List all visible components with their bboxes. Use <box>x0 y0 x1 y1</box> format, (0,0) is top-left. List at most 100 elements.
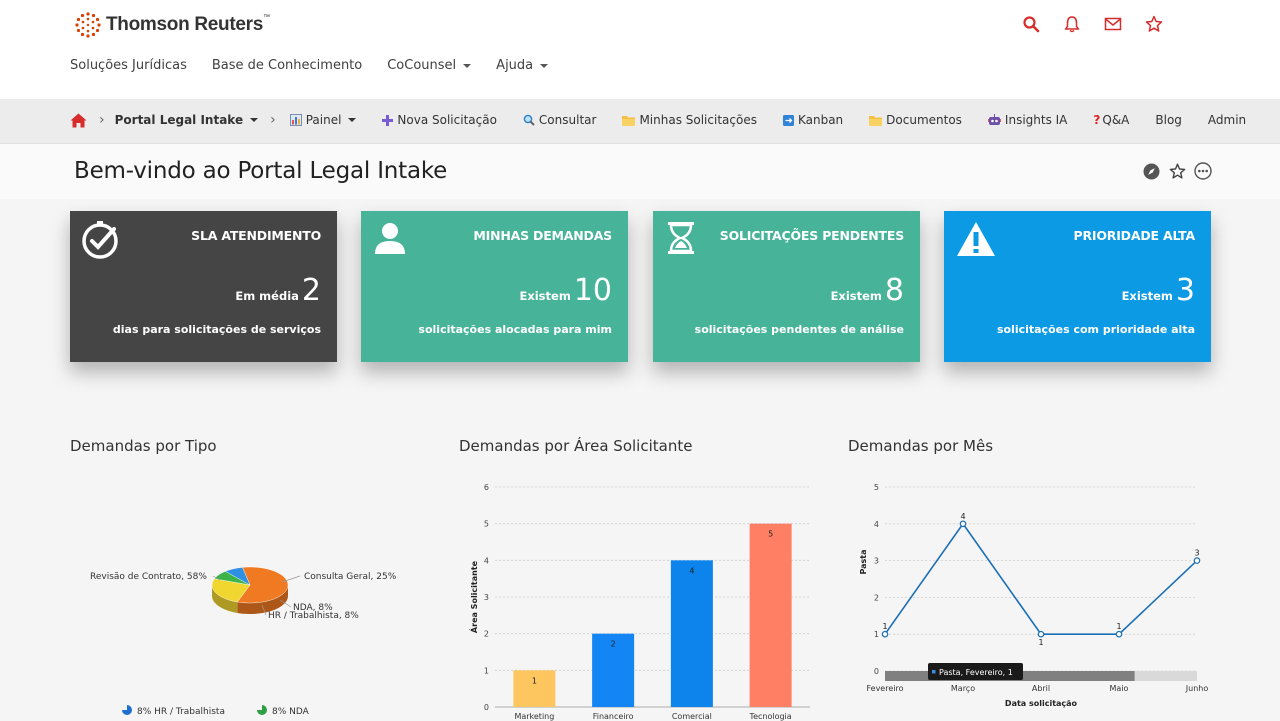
x-tick-label: Março <box>951 684 975 693</box>
pie-slice-label: Revisão de Contrato, 58% <box>90 572 207 582</box>
favorite-star-icon[interactable] <box>1168 162 1186 180</box>
y-tick-label: 4 <box>874 520 879 529</box>
bar-chart-icon <box>289 114 302 126</box>
subnav-admin[interactable]: Admin <box>1208 113 1246 127</box>
x-tick-label: Abril <box>1032 684 1050 693</box>
bell-icon[interactable] <box>1061 13 1083 35</box>
y-tick-label: 0 <box>874 667 879 676</box>
x-tick-label: Marketing <box>514 712 554 721</box>
bar-data-label: 2 <box>611 640 616 649</box>
home-icon[interactable] <box>70 113 87 128</box>
y-axis-title: Pasta <box>859 549 868 574</box>
card-sla-atendimento[interactable]: SLA ATENDIMENTO Em média 2 dias para soli… <box>70 211 337 362</box>
chevron-down-icon <box>540 63 549 68</box>
folder-icon <box>869 115 883 126</box>
x-tick-label: Comercial <box>672 712 712 721</box>
y-tick-label: 3 <box>484 593 489 602</box>
card-solicitacoes-pendentes[interactable]: SOLICITAÇÕES PENDENTES Existem 8 solicita… <box>653 211 920 362</box>
subnav-blog[interactable]: Blog <box>1155 113 1182 127</box>
nav-cocounsel[interactable]: CoCounsel <box>387 58 472 73</box>
card-prioridade-alta[interactable]: PRIORIDADE ALTA Existem 3 solicitações co… <box>944 211 1211 362</box>
chevron-down-icon <box>250 118 259 122</box>
y-tick-label: 1 <box>484 666 489 675</box>
magnifier-icon <box>523 114 535 126</box>
chevron-right-icon: › <box>270 112 276 128</box>
line-point <box>881 630 889 638</box>
chevron-right-icon: › <box>99 112 105 128</box>
header-actions <box>1020 13 1184 35</box>
card-metric: Existem 3 <box>1121 273 1195 308</box>
subnav-painel[interactable]: Painel <box>289 113 357 127</box>
card-metric: Existem 10 <box>519 273 612 308</box>
line-series <box>884 522 1198 635</box>
pie-slice-label: HR / Trabalhista, 8% <box>268 611 359 621</box>
page-header: Bem-vindo ao Portal Legal Intake <box>0 144 1280 199</box>
card-subtitle: dias para solicitações de serviços <box>112 323 321 336</box>
warning-icon <box>956 221 995 257</box>
x-tick-label: Fevereiro <box>866 684 903 693</box>
more-options-icon[interactable] <box>1194 162 1212 180</box>
thomson-reuters-logo[interactable]: Thomson Reuters™ <box>75 12 270 38</box>
nav-ajuda[interactable]: Ajuda <box>496 58 549 73</box>
bar-data-label: 1 <box>532 676 537 685</box>
tooltip-series-swatch <box>932 670 936 674</box>
card-value: 2 <box>301 273 321 308</box>
hourglass-icon <box>665 221 701 257</box>
nav-base-de-conhecimento[interactable]: Base de Conhecimento <box>212 58 362 73</box>
y-axis-title: Área Solicitante <box>468 560 479 633</box>
subnav-qa[interactable]: ? Q&A <box>1093 113 1129 127</box>
x-tick-label: Financeiro <box>593 712 634 721</box>
star-icon[interactable] <box>1143 13 1165 35</box>
card-title: PRIORIDADE ALTA <box>1073 228 1196 243</box>
y-tick-label: 1 <box>874 630 879 639</box>
chevron-down-icon <box>463 63 472 68</box>
chart-title-tipo: Demandas por Tipo <box>70 437 217 455</box>
page-actions <box>1142 162 1220 180</box>
card-subtitle: solicitações alocadas para mim <box>418 323 612 336</box>
x-tick-label: Tecnologia <box>749 712 792 721</box>
chart-title-mes: Demandas por Mês <box>848 437 994 455</box>
card-title: MINHAS DEMANDAS <box>473 228 612 243</box>
subnav-kanban[interactable]: Kanban <box>782 113 843 127</box>
logo-mark-icon <box>75 12 101 38</box>
question-icon: ? <box>1093 113 1101 127</box>
search-icon[interactable] <box>1020 13 1042 35</box>
chevron-down-icon <box>348 118 357 122</box>
chart-tooltip: Pasta, Fevereiro, 1 <box>928 663 1023 680</box>
main-nav: Soluções Jurídicas Base de Conhecimento … <box>70 58 573 73</box>
subnav-documentos[interactable]: Documentos <box>869 113 962 127</box>
user-icon <box>373 221 409 257</box>
card-minhas-demandas[interactable]: MINHAS DEMANDAS Existem 10 solicitações a… <box>361 211 628 362</box>
y-tick-label: 2 <box>874 593 879 602</box>
portal-nav: › Portal Legal Intake › Painel Nova Soli… <box>0 99 1280 144</box>
folder-icon <box>622 115 636 126</box>
point-data-label: 3 <box>1194 549 1199 558</box>
subnav-consultar[interactable]: Consultar <box>523 113 596 127</box>
subnav-minhas-solicitacoes[interactable]: Minhas Solicitações <box>622 113 757 127</box>
line-chart-demandas-por-mes: 0 1 2 3 4 5 Pasta 1 Fevereiro 4 Março 1 Abril 1 Maio 3 J… <box>859 483 1209 708</box>
card-title: SOLICITAÇÕES PENDENTES <box>719 228 904 243</box>
y-tick-label: 4 <box>484 556 489 565</box>
legend-pie-icon <box>257 705 267 715</box>
x-tick-label: Maio <box>1110 684 1129 693</box>
y-tick-label: 3 <box>874 557 879 566</box>
bar <box>670 560 713 707</box>
nav-solucoes-juridicas[interactable]: Soluções Jurídicas <box>70 58 187 73</box>
robot-icon <box>987 114 1001 126</box>
card-metric: Existem 8 <box>830 273 904 308</box>
line-point <box>1193 557 1201 564</box>
compass-icon[interactable] <box>1142 162 1160 180</box>
card-subtitle: solicitações com prioridade alta <box>996 323 1195 336</box>
subnav-insights-ia[interactable]: Insights IA <box>987 113 1067 127</box>
point-data-label: 4 <box>960 512 965 521</box>
line-point <box>959 520 967 528</box>
x-tick-label: Junho <box>1185 684 1209 693</box>
top-header: Thomson Reuters™ Soluções Jurídicas Base… <box>0 0 1280 99</box>
tooltip-text: Pasta, Fevereiro, 1 <box>939 668 1013 677</box>
mail-icon[interactable] <box>1102 13 1124 35</box>
card-value: 10 <box>573 273 612 308</box>
portal-dropdown[interactable]: Portal Legal Intake <box>115 113 259 127</box>
subnav-nova-solicitacao[interactable]: Nova Solicitação <box>382 113 497 127</box>
legend-item: 8% NDA <box>272 707 310 717</box>
chart-title-area: Demandas por Área Solicitante <box>459 437 693 455</box>
